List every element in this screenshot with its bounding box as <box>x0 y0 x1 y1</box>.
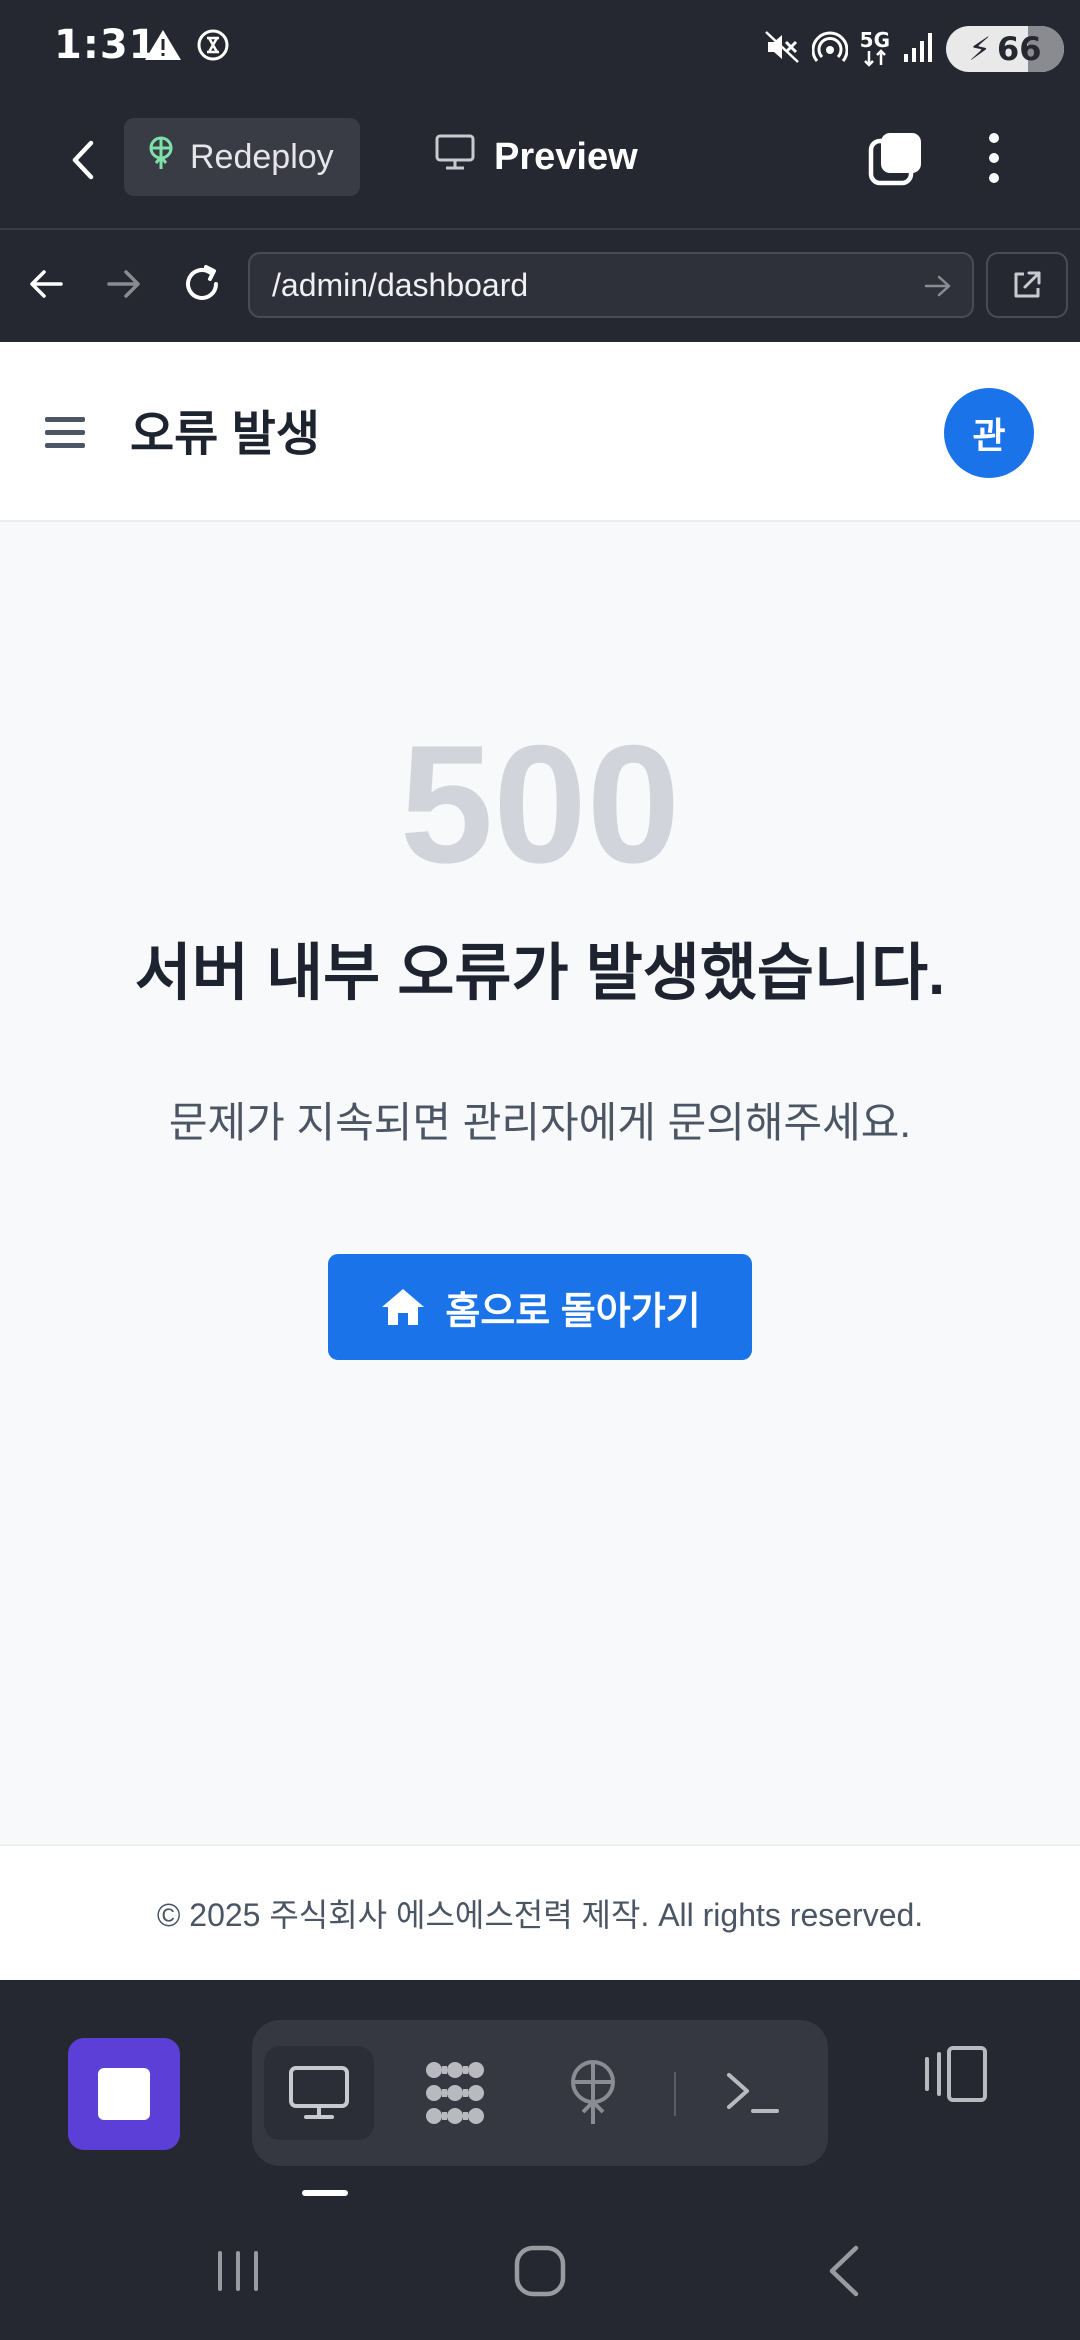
hotspot-icon <box>811 30 849 69</box>
battery-charging-icon: ⚡ 66 <box>946 26 1064 72</box>
chevron-left-icon <box>72 140 94 180</box>
open-external-button[interactable] <box>986 252 1068 318</box>
split-view-icon <box>925 2046 987 2102</box>
status-bar: 1:31 5G ⚡ 66 <box>0 0 1080 100</box>
stop-icon <box>98 2068 150 2120</box>
more-vertical-icon <box>989 133 999 183</box>
system-navigation-bar <box>0 2200 1080 2340</box>
dock-tabs <box>252 2020 828 2166</box>
stop-button[interactable] <box>68 2038 180 2150</box>
go-home-label: 홈으로 돌아가기 <box>445 1290 701 1333</box>
url-input[interactable]: /admin/dashboard <box>248 252 974 318</box>
bottom-dock <box>0 1980 1080 2200</box>
dock-preview-tab[interactable] <box>264 2046 374 2140</box>
redeploy-label: Redeploy <box>190 137 334 176</box>
external-link-icon <box>1014 271 1041 298</box>
system-back-button[interactable] <box>804 2236 884 2306</box>
windows-icon <box>868 133 921 186</box>
status-right-icons: 5G ⚡ 66 <box>764 26 1064 72</box>
home-icon <box>382 1289 425 1325</box>
error-code: 500 <box>399 710 681 898</box>
dock-terminal-tab[interactable] <box>698 2046 808 2140</box>
mute-icon <box>764 30 800 69</box>
data-saver-icon <box>196 28 230 67</box>
arrow-right-icon <box>107 270 140 298</box>
battery-level: 66 <box>996 30 1042 68</box>
user-avatar[interactable]: 관 <box>944 388 1034 478</box>
error-description: 문제가 지속되면 관리자에게 문의해주세요. <box>168 1099 912 1146</box>
monitor-icon <box>434 133 476 181</box>
nav-back-button[interactable] <box>14 252 78 316</box>
windows-switcher-button[interactable] <box>862 124 930 192</box>
refresh-icon <box>186 265 218 300</box>
redeploy-button[interactable]: Redeploy <box>124 118 360 196</box>
layout-toggle-button[interactable] <box>920 2038 992 2110</box>
home-circle-icon <box>514 2245 566 2297</box>
chevron-left-icon <box>829 2245 859 2297</box>
reload-button[interactable] <box>170 252 234 316</box>
signal-icon <box>902 30 934 69</box>
recent-apps-icon <box>218 2251 258 2291</box>
back-button[interactable] <box>52 130 112 190</box>
preview-label: Preview <box>494 135 638 178</box>
go-home-button[interactable]: 홈으로 돌아가기 <box>328 1254 752 1360</box>
recent-apps-button[interactable] <box>198 2236 278 2306</box>
arrow-left-icon <box>30 270 63 298</box>
page-title: 오류 발생 <box>130 408 320 461</box>
hamburger-menu-icon <box>45 417 85 448</box>
arrow-right-icon <box>924 275 951 297</box>
dock-deploy-tab[interactable] <box>538 2046 648 2140</box>
nav-forward-button[interactable] <box>92 252 156 316</box>
url-go-button[interactable] <box>918 264 958 308</box>
dock-agent-tab[interactable] <box>400 2046 510 2140</box>
page-header: 오류 발생 관 <box>0 342 1080 522</box>
menu-button[interactable] <box>40 404 90 460</box>
agent-icon <box>426 2062 484 2124</box>
terminal-icon <box>727 2073 779 2113</box>
status-left-icons <box>144 28 230 67</box>
url-bar: /admin/dashboard <box>0 230 1080 342</box>
more-options-button[interactable] <box>964 124 1024 192</box>
deploy-antenna-icon <box>144 135 178 180</box>
error-title: 서버 내부 오류가 발생했습니다. <box>134 939 946 1008</box>
app-toolbar: Redeploy Preview <box>0 100 1080 230</box>
footer-copyright: © 2025 주식회사 에스에스전력 제작. All rights reserv… <box>156 1897 924 1933</box>
page-footer: © 2025 주식회사 에스에스전력 제작. All rights reserv… <box>0 1844 1080 1980</box>
url-text: /admin/dashboard <box>272 266 529 303</box>
status-time: 1:31 <box>54 22 158 68</box>
network-type-label: 5G <box>859 28 890 52</box>
webpage-viewport: 오류 발생 관 500 서버 내부 오류가 발생했습니다. 문제가 지속되면 관… <box>0 342 1080 1980</box>
warning-icon <box>144 28 182 67</box>
home-nav-button[interactable] <box>500 2236 580 2306</box>
active-tab-indicator <box>302 2190 348 2196</box>
network-5g-indicator: 5G <box>859 28 890 67</box>
preview-tab[interactable]: Preview <box>434 118 638 196</box>
monitor-icon <box>289 2066 349 2119</box>
deploy-antenna-icon <box>571 2060 615 2124</box>
dock-divider <box>674 2072 676 2116</box>
